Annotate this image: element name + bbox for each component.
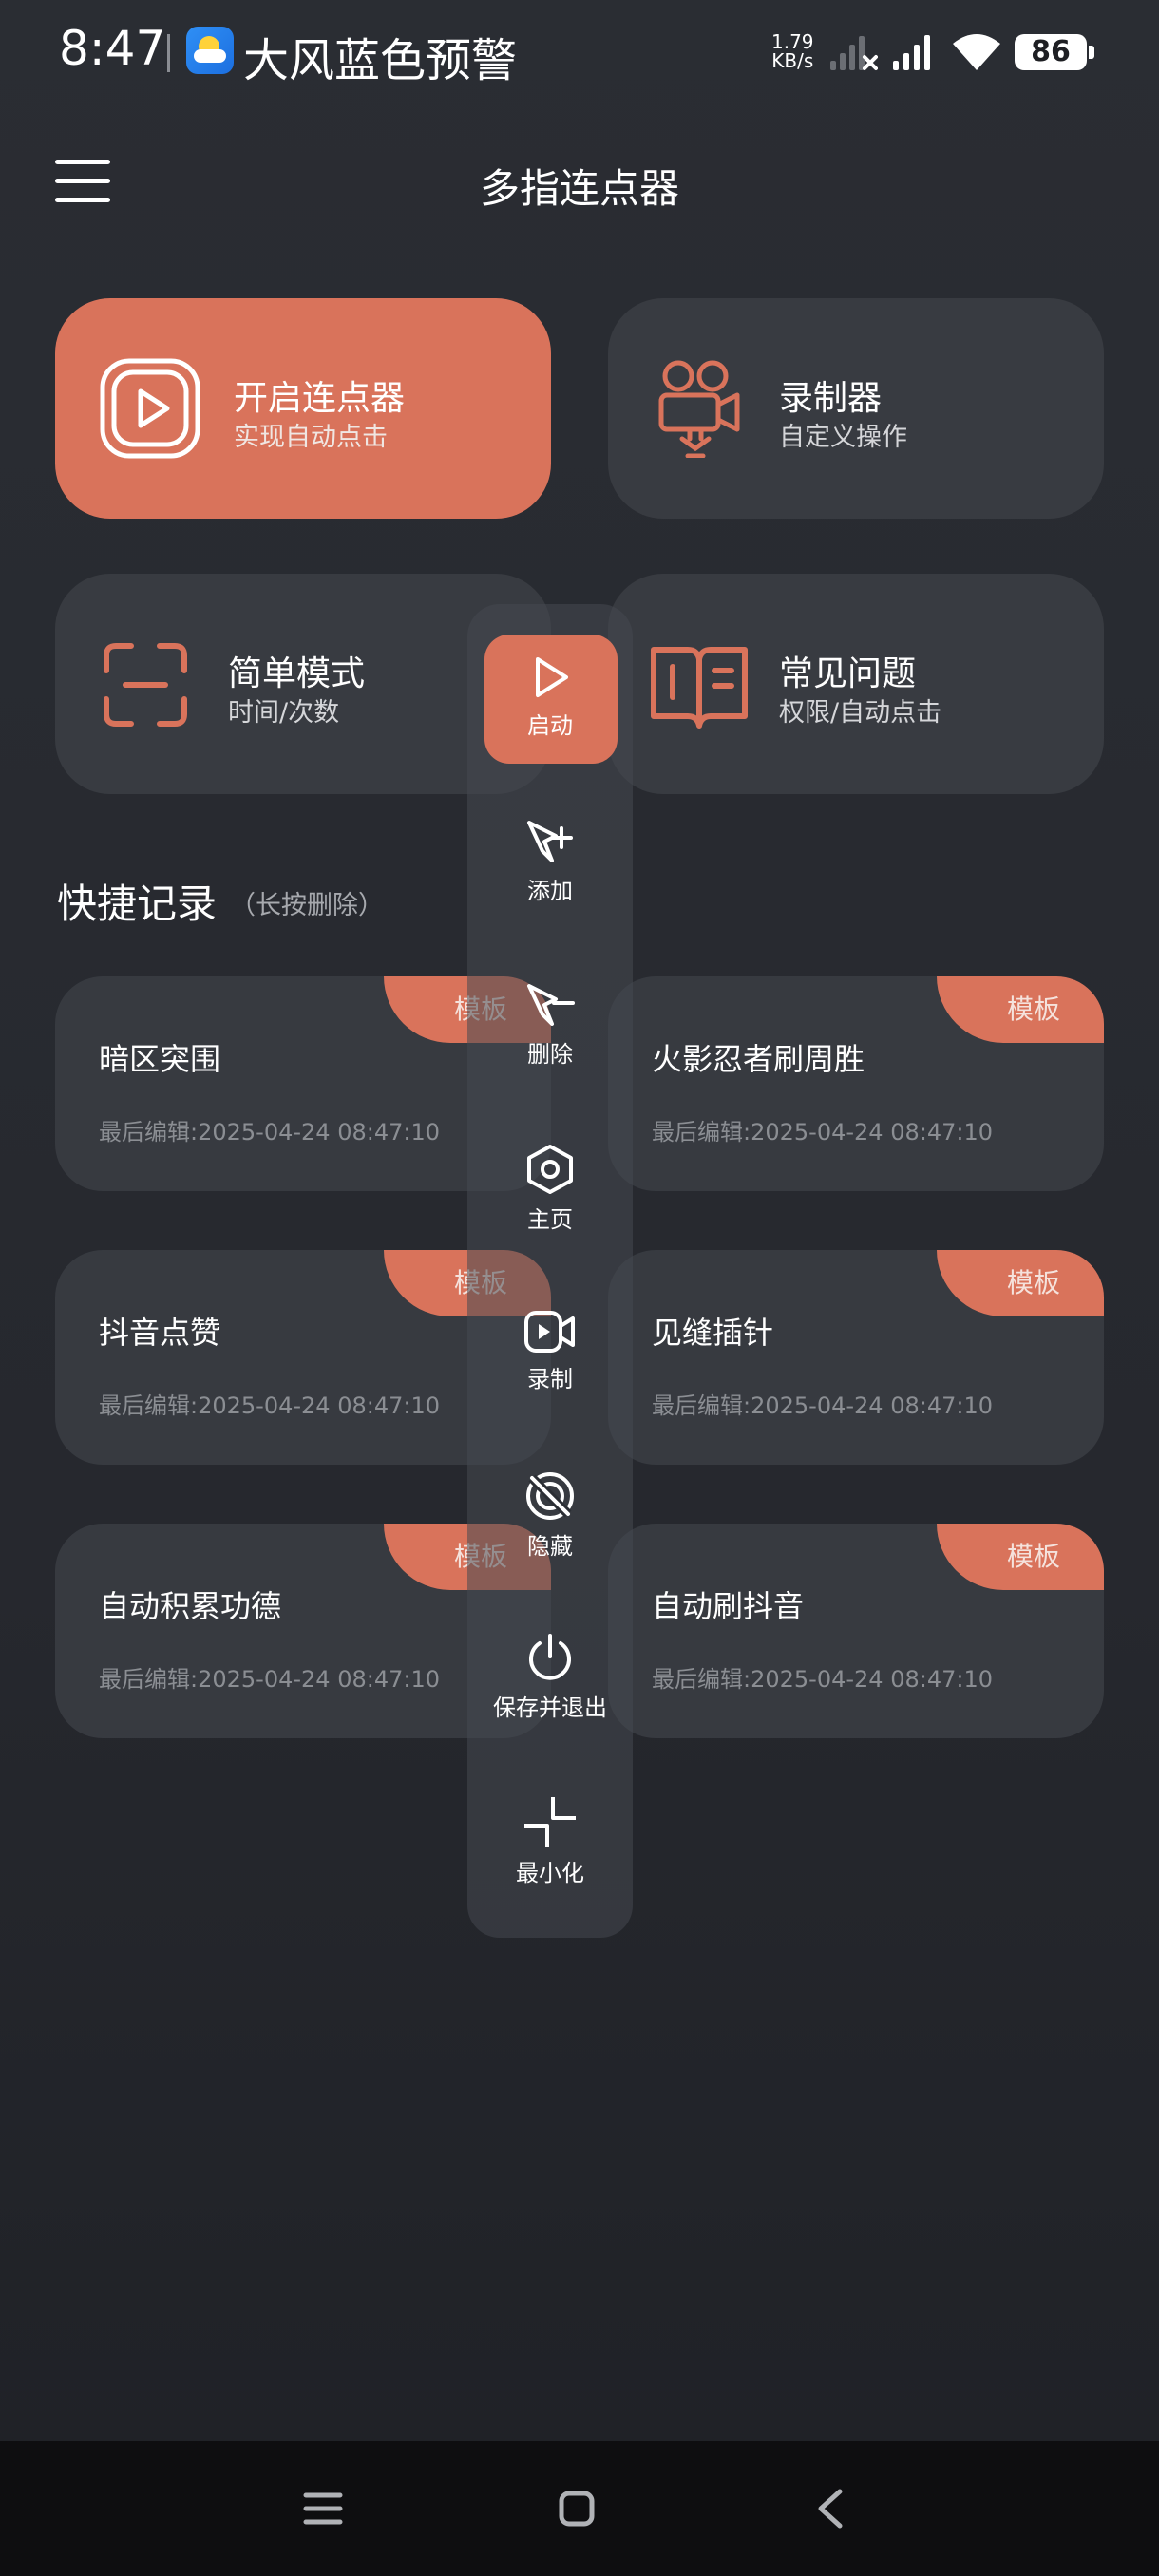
hexagon-icon xyxy=(527,1145,573,1194)
card-title: 常见问题 xyxy=(779,654,917,693)
hide-label: 隐藏 xyxy=(527,1533,573,1560)
record-title: 自动积累功德 xyxy=(99,1588,282,1624)
record-title: 火影忍者刷周胜 xyxy=(652,1041,865,1077)
page-title: 多指连点器 xyxy=(479,165,679,212)
card-subtitle: 实现自动点击 xyxy=(234,423,388,452)
camera-icon xyxy=(654,357,745,462)
record-title: 见缝插针 xyxy=(652,1315,774,1351)
signal-no-service-icon xyxy=(828,32,878,76)
video-record-icon xyxy=(524,1311,575,1353)
recent-apps-icon[interactable] xyxy=(302,2491,344,2530)
record-title: 抖音点赞 xyxy=(99,1315,221,1351)
faq-card[interactable]: 常见问题 权限/自动点击 xyxy=(608,574,1104,794)
home-button[interactable]: 主页 xyxy=(467,1144,633,1234)
battery-indicator: 86 xyxy=(1015,34,1087,70)
template-badge: 模板 xyxy=(937,1524,1104,1590)
home-nav-icon[interactable] xyxy=(557,2489,597,2532)
start-button-content[interactable]: 启动 xyxy=(467,653,633,740)
start-label: 启动 xyxy=(527,712,573,739)
start-clicker-card[interactable]: 开启连点器 实现自动点击 xyxy=(55,298,551,519)
play-icon xyxy=(99,357,201,464)
record-date: 最后编辑:2025-04-24 08:47:10 xyxy=(652,1119,993,1146)
save-exit-label: 保存并退出 xyxy=(493,1695,607,1721)
quick-records-hint: （长按删除） xyxy=(230,891,384,920)
signal-strength-icon xyxy=(891,32,939,76)
record-date: 最后编辑:2025-04-24 08:47:10 xyxy=(99,1392,440,1419)
status-bar: 8:47 大风蓝色预警 1.79 KB/s 86 xyxy=(0,0,1159,104)
card-subtitle: 自定义操作 xyxy=(779,423,907,452)
record-card[interactable]: 模板 自动刷抖音 最后编辑:2025-04-24 08:47:10 xyxy=(608,1524,1104,1738)
template-badge: 模板 xyxy=(937,976,1104,1043)
network-speed: 1.79 KB/s xyxy=(771,32,814,70)
network-speed-unit: KB/s xyxy=(771,49,814,72)
remove-pointer-icon xyxy=(527,984,575,1026)
floating-toolbar xyxy=(467,604,633,1938)
record-date: 最后编辑:2025-04-24 08:47:10 xyxy=(99,1666,440,1693)
minimize-button[interactable]: 最小化 xyxy=(467,1795,633,1887)
card-title: 简单模式 xyxy=(228,654,366,693)
save-exit-button[interactable]: 保存并退出 xyxy=(467,1632,633,1722)
card-subtitle: 权限/自动点击 xyxy=(779,698,942,728)
play-icon xyxy=(536,657,568,697)
weather-alert-text: 大风蓝色预警 xyxy=(243,34,518,87)
add-point-button[interactable]: 添加 xyxy=(467,819,633,905)
card-subtitle: 时间/次数 xyxy=(228,698,340,728)
card-title: 开启连点器 xyxy=(234,379,406,418)
record-label: 录制 xyxy=(527,1366,573,1392)
record-date: 最后编辑:2025-04-24 08:47:10 xyxy=(99,1119,440,1146)
power-icon xyxy=(529,1634,571,1680)
status-time: 8:47 xyxy=(59,21,166,76)
record-date: 最后编辑:2025-04-24 08:47:10 xyxy=(652,1392,993,1419)
book-icon xyxy=(650,642,749,733)
hide-icon xyxy=(526,1472,574,1520)
quick-records-title: 快捷记录 xyxy=(57,881,218,927)
record-card[interactable]: 模板 火影忍者刷周胜 最后编辑:2025-04-24 08:47:10 xyxy=(608,976,1104,1191)
delete-label: 删除 xyxy=(527,1041,573,1068)
add-pointer-icon xyxy=(527,821,573,862)
network-speed-value: 1.79 xyxy=(771,30,814,53)
status-divider xyxy=(167,34,170,72)
scan-icon xyxy=(103,642,188,731)
battery-tip xyxy=(1089,46,1094,59)
record-title: 暗区突围 xyxy=(99,1041,221,1077)
record-title: 自动刷抖音 xyxy=(652,1588,805,1624)
back-icon[interactable] xyxy=(813,2487,847,2534)
home-label: 主页 xyxy=(527,1206,573,1233)
system-nav-bar xyxy=(0,2441,1159,2576)
minimize-label: 最小化 xyxy=(516,1860,584,1886)
delete-point-button[interactable]: 删除 xyxy=(467,982,633,1069)
record-date: 最后编辑:2025-04-24 08:47:10 xyxy=(652,1666,993,1693)
card-title: 录制器 xyxy=(779,379,883,418)
wifi-icon xyxy=(950,30,1003,76)
add-label: 添加 xyxy=(527,878,573,904)
weather-app-icon xyxy=(186,27,234,74)
hide-button[interactable]: 隐藏 xyxy=(467,1470,633,1561)
record-card[interactable]: 模板 见缝插针 最后编辑:2025-04-24 08:47:10 xyxy=(608,1250,1104,1465)
recorder-card[interactable]: 录制器 自定义操作 xyxy=(608,298,1104,519)
template-badge: 模板 xyxy=(937,1250,1104,1316)
minimize-icon xyxy=(524,1797,576,1847)
record-button[interactable]: 录制 xyxy=(467,1309,633,1393)
